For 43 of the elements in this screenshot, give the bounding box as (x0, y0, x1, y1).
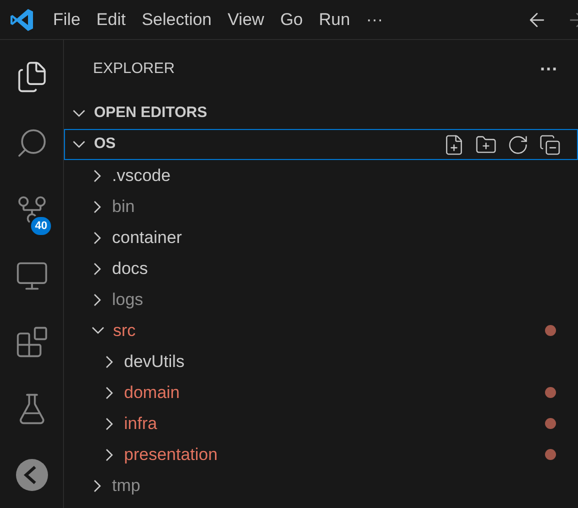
collapse-all-icon[interactable] (539, 134, 561, 156)
section-header[interactable]: OPEN EDITORS (64, 98, 578, 129)
menu-item[interactable]: ··· (358, 6, 392, 34)
folder-row[interactable]: bin (64, 191, 578, 222)
folder-name: logs (112, 288, 144, 311)
more-actions-button[interactable]: ··· (540, 56, 558, 82)
folder-row[interactable]: devUtils (64, 346, 578, 377)
menu-item[interactable]: Selection (134, 6, 220, 34)
folder-row[interactable]: .vscode (64, 160, 578, 191)
folder-row[interactable]: container (64, 222, 578, 253)
circle-chevron-icon[interactable] (14, 458, 48, 492)
folder-name: devUtils (124, 350, 184, 373)
new-file-icon[interactable] (443, 134, 465, 156)
folder-row[interactable]: domain (64, 377, 578, 408)
folder-row[interactable]: tmp (64, 470, 578, 501)
menu-item[interactable]: Edit (88, 6, 134, 34)
new-folder-icon[interactable] (475, 134, 497, 156)
folder-name: container (112, 226, 182, 249)
folder-name: .vscode (112, 164, 171, 187)
panel-title: EXPLORER (93, 58, 175, 79)
folder-name: src (113, 320, 136, 342)
folder-name: domain (124, 382, 180, 404)
menu-item[interactable]: Go (272, 6, 311, 34)
folder-row[interactable]: docs (64, 253, 578, 284)
folder-name: infra (124, 412, 158, 435)
folder-row[interactable]: logs (64, 284, 578, 315)
section-title: OPEN EDITORS (94, 103, 208, 124)
menu-item[interactable]: View (220, 6, 272, 34)
refresh-icon[interactable] (507, 134, 529, 156)
folder-row[interactable]: presentation (64, 439, 578, 470)
count-badge: 40 (29, 214, 54, 237)
extensions-icon[interactable] (14, 325, 48, 360)
folder-name: bin (112, 196, 135, 218)
menu-item[interactable]: Run (310, 6, 358, 34)
section-title: OS (94, 134, 116, 154)
menu-item[interactable]: File (45, 6, 88, 34)
logo-icon (9, 6, 35, 32)
folder-row[interactable]: src (64, 315, 578, 346)
folder-name: presentation (124, 444, 218, 466)
folder-name: tmp (112, 474, 140, 497)
folder-row[interactable]: infra (64, 408, 578, 439)
section-header[interactable]: OS (64, 129, 578, 160)
folder-name: docs (112, 258, 148, 280)
